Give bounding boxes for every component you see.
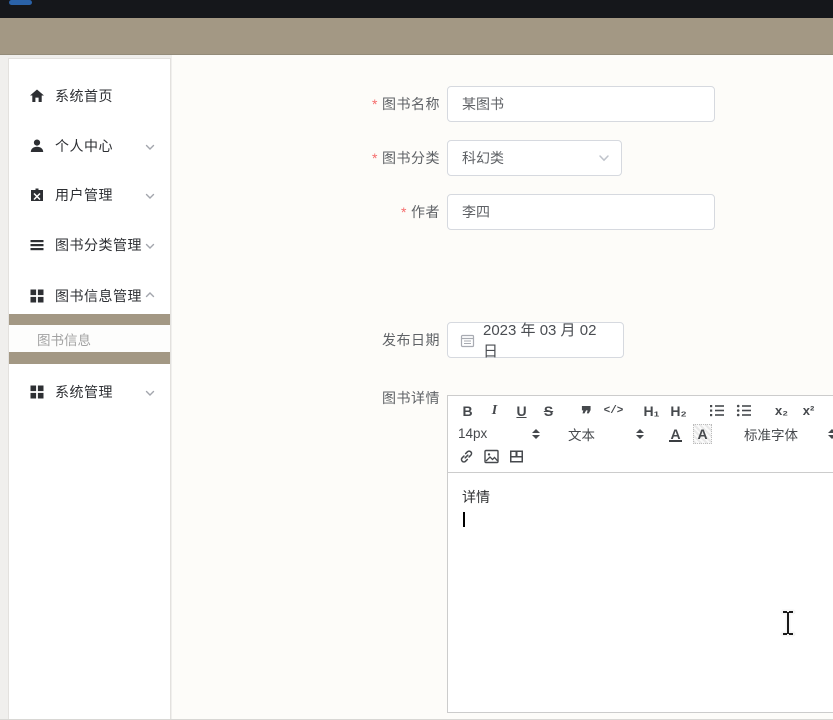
required-mark: *: [372, 96, 378, 112]
publish-date-picker[interactable]: 2023 年 03 月 02 日: [447, 322, 624, 358]
editor-toolbar: B I U S ❞ </> H₁ H₂: [448, 396, 833, 473]
screen: 系统首页 个人中心 用户管理: [0, 0, 833, 720]
sidebar-item-label: 图书分类管理: [55, 235, 144, 255]
publish-date-value: 2023 年 03 月 02 日: [483, 319, 613, 361]
sidebar-item-user-management[interactable]: 用户管理: [9, 170, 170, 220]
sidebar-item-label: 个人中心: [55, 136, 144, 156]
browser-topbar: [0, 0, 833, 18]
chevron-down-icon: [144, 189, 156, 201]
sidebar-item-label: 系统首页: [55, 86, 156, 106]
chevron-down-icon: [144, 140, 156, 152]
sidebar-item-label: 图书信息管理: [55, 286, 144, 306]
header-1-button[interactable]: H₁: [638, 400, 665, 422]
grid-icon: [29, 288, 45, 304]
bullet-list-icon[interactable]: [730, 400, 757, 422]
ordered-list-icon[interactable]: [703, 400, 730, 422]
calendar-icon: [460, 333, 475, 348]
sidebar-item-label: 用户管理: [55, 185, 144, 205]
badge-icon: [29, 187, 45, 203]
chevron-down-icon: [597, 151, 611, 165]
image-icon[interactable]: [479, 446, 504, 468]
updown-arrows-icon: [828, 429, 833, 439]
page-body: 系统首页 个人中心 用户管理: [0, 55, 833, 720]
text-style-value: 文本: [568, 424, 595, 444]
sidebar: 系统首页 个人中心 用户管理: [8, 58, 171, 720]
author-input[interactable]: [448, 195, 714, 229]
required-mark: *: [372, 150, 378, 166]
chevron-up-icon: [144, 290, 156, 302]
updown-arrows-icon: [532, 429, 540, 439]
text-color-button[interactable]: A: [662, 423, 689, 445]
header-2-button[interactable]: H₂: [665, 400, 692, 422]
book-category-select[interactable]: 科幻类: [447, 140, 622, 176]
text-style-picker[interactable]: 文本: [568, 423, 644, 445]
font-family-value: 标准字体: [744, 424, 798, 444]
sidebar-item-book-category-management[interactable]: 图书分类管理: [9, 220, 170, 270]
required-mark: *: [401, 204, 407, 220]
book-detail-label: 图书详情: [172, 388, 440, 408]
rich-text-editor: B I U S ❞ </> H₁ H₂: [447, 395, 833, 713]
browser-tab-accent: [9, 0, 32, 5]
bold-button[interactable]: B: [454, 400, 481, 422]
font-family-picker[interactable]: 标准字体: [744, 423, 833, 445]
sidebar-item-personal-center[interactable]: 个人中心: [9, 121, 170, 171]
book-name-input[interactable]: [448, 87, 714, 121]
link-icon[interactable]: [454, 446, 479, 468]
book-category-label: *图书分类: [172, 140, 440, 176]
strikethrough-button[interactable]: S: [535, 400, 562, 422]
sidebar-submenu-book-info-management: 图书信息: [9, 314, 170, 364]
sidebar-item-system-management[interactable]: 系统管理: [9, 367, 170, 417]
background-color-button[interactable]: A: [689, 423, 716, 445]
font-size-picker[interactable]: 14px: [454, 423, 540, 445]
font-size-value: 14px: [458, 426, 487, 441]
publish-date-label: 发布日期: [172, 322, 440, 358]
sidebar-item-label: 系统管理: [55, 382, 144, 402]
grid-icon: [29, 384, 45, 400]
editor-text-line: 详情: [462, 487, 833, 507]
user-icon: [29, 138, 45, 154]
sidebar-item-home[interactable]: 系统首页: [9, 71, 170, 121]
updown-arrows-icon: [636, 429, 644, 439]
blockquote-button[interactable]: ❞: [573, 400, 600, 422]
sidebar-subitem-label: 图书信息: [37, 329, 91, 349]
video-icon[interactable]: [504, 446, 529, 468]
subscript-button[interactable]: x₂: [768, 400, 795, 422]
editor-content[interactable]: 详情: [448, 473, 833, 541]
list-lines-icon: [29, 237, 45, 253]
italic-button[interactable]: I: [481, 400, 508, 422]
author-label: *作者: [172, 194, 440, 230]
underline-button[interactable]: U: [508, 400, 535, 422]
sidebar-subitem-book-info[interactable]: 图书信息: [9, 325, 170, 352]
book-name-field: [447, 86, 715, 122]
chevron-down-icon: [144, 239, 156, 251]
app-header-banner: [0, 18, 833, 55]
chevron-down-icon: [144, 386, 156, 398]
book-name-label: *图书名称: [172, 86, 440, 122]
superscript-button[interactable]: x²: [795, 400, 822, 422]
author-field: [447, 194, 715, 230]
color-bar: [669, 440, 682, 442]
home-icon: [29, 88, 45, 104]
book-edit-form: *图书名称 *图书分类 科幻类 *作者: [172, 55, 833, 720]
code-block-button[interactable]: </>: [600, 400, 627, 422]
text-caret: [463, 512, 465, 527]
book-category-value: 科幻类: [462, 148, 504, 168]
